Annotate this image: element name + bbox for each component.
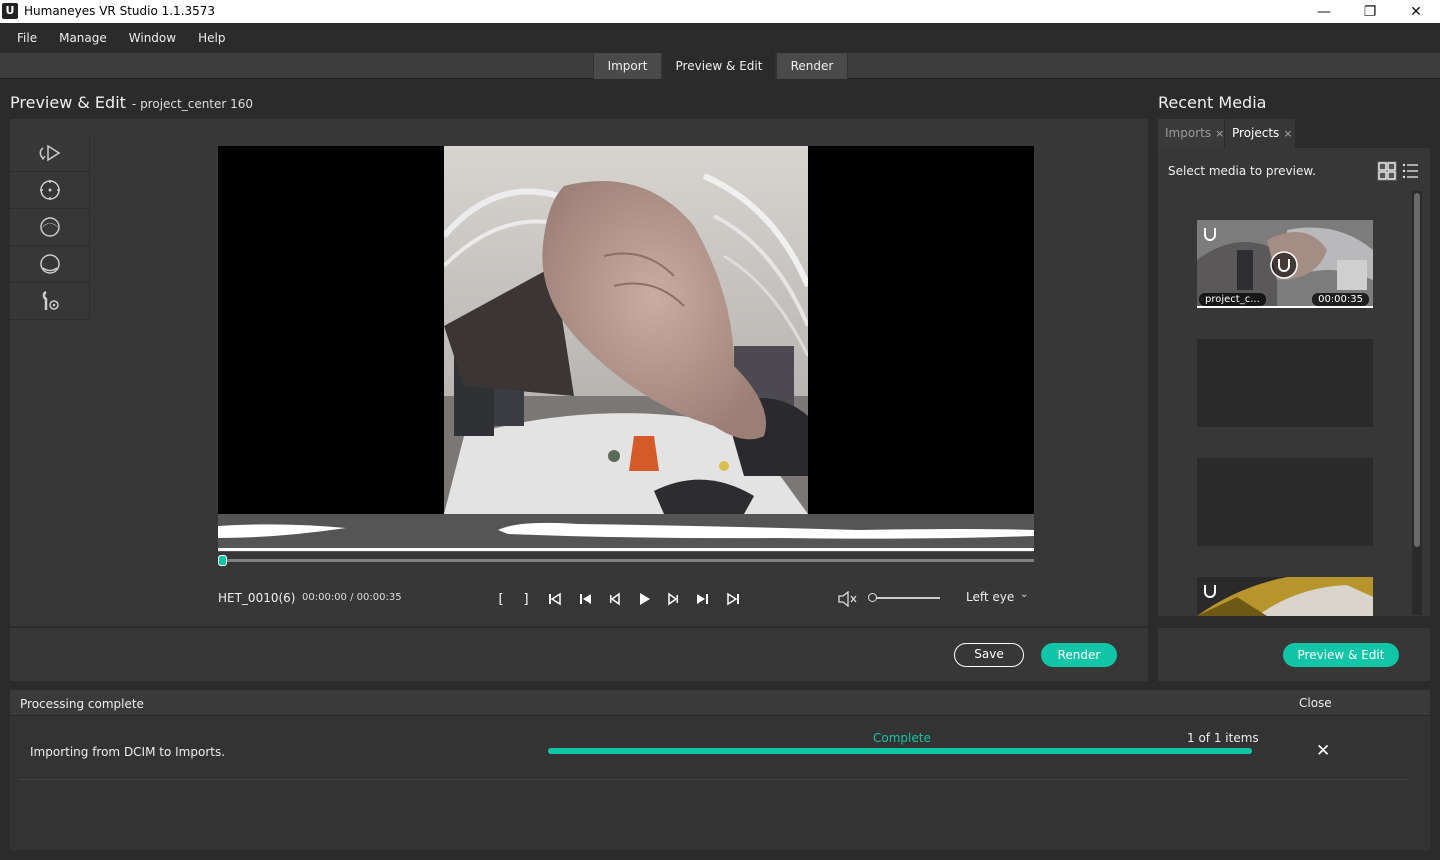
select-media-hint: Select media to preview. — [1168, 164, 1316, 178]
menu-file[interactable]: File — [6, 31, 48, 45]
list-view-icon — [1402, 163, 1418, 179]
grid-view-icon — [1377, 161, 1397, 181]
preview-edit-button[interactable]: Preview & Edit — [1283, 643, 1399, 667]
tab-imports[interactable]: Imports × — [1158, 119, 1224, 148]
waveform-graphic — [218, 522, 1034, 551]
tab-imports-label: Imports — [1165, 126, 1212, 140]
recent-media-title: Recent Media — [1158, 93, 1267, 112]
mute-button[interactable] — [836, 589, 860, 609]
mode-tab-bar: Import Preview & Edit Render — [0, 53, 1440, 79]
processing-message: Importing from DCIM to Imports. — [30, 745, 226, 759]
page-title: Preview & Edit - project_center 160 — [10, 93, 253, 112]
media-name: project_c... — [1199, 293, 1266, 306]
wrench-settings-icon — [42, 290, 59, 310]
step-forward-button[interactable] — [665, 589, 681, 609]
mark-in-button[interactable]: [ — [496, 589, 506, 609]
play-button[interactable] — [636, 589, 652, 609]
timeline-track[interactable] — [218, 559, 1034, 562]
step-back-icon — [610, 592, 620, 606]
video-frame-image — [444, 146, 808, 514]
tab-import[interactable]: Import — [593, 53, 662, 79]
app-logo-icon: U — [2, 3, 18, 19]
close-icon[interactable]: × — [1283, 127, 1292, 140]
menu-manage[interactable]: Manage — [48, 31, 118, 45]
processing-close-button[interactable]: Close — [1299, 696, 1332, 710]
processing-count: 1 of 1 items — [1187, 731, 1259, 745]
chevron-down-icon[interactable]: ⌄ — [1020, 589, 1028, 600]
skip-forward-icon — [697, 594, 708, 604]
mark-out-button[interactable]: ] — [521, 589, 531, 609]
play-icon — [640, 593, 650, 605]
eye-select[interactable]: Left eye — [966, 590, 1014, 604]
go-to-end-button[interactable] — [725, 589, 741, 609]
close-window-button[interactable]: ✕ — [1393, 0, 1439, 23]
skip-to-end-icon — [727, 592, 739, 606]
speaker-muted-icon — [838, 591, 857, 607]
progress-fill — [548, 748, 1252, 754]
media-card[interactable]: project_c... 00:00:35 — [1197, 220, 1373, 308]
menu-window[interactable]: Window — [118, 31, 187, 45]
project-badge-icon — [1270, 251, 1298, 279]
humaneyes-logo-icon — [1204, 228, 1216, 241]
media-duration: 00:00:35 — [1312, 293, 1369, 306]
step-forward-icon — [668, 592, 678, 606]
media-card[interactable] — [1197, 577, 1373, 616]
list-view-button[interactable] — [1402, 162, 1418, 180]
grid-view-button[interactable] — [1377, 161, 1397, 181]
recent-media-tabs: Imports × Projects × — [1158, 119, 1430, 148]
close-icon[interactable]: × — [1215, 127, 1224, 140]
volume-slider-track[interactable] — [872, 597, 940, 599]
render-button[interactable]: Render — [1041, 643, 1117, 667]
horizon-bottom-button[interactable] — [10, 246, 90, 283]
center-point-button[interactable] — [10, 172, 90, 209]
tab-preview-edit[interactable]: Preview & Edit — [662, 53, 776, 79]
save-button[interactable]: Save — [954, 643, 1024, 667]
media-card[interactable] — [1197, 458, 1373, 546]
menu-help[interactable]: Help — [187, 31, 236, 45]
processing-status: Complete — [873, 731, 931, 745]
settings-tool-button[interactable] — [10, 283, 90, 320]
page-title-text: Preview & Edit — [10, 93, 126, 112]
horizon-top-button[interactable] — [10, 209, 90, 246]
divider — [20, 779, 1408, 780]
rotate-tool-button[interactable] — [10, 135, 90, 172]
volume-slider-knob[interactable] — [868, 593, 877, 602]
skip-to-start-icon — [549, 592, 561, 606]
menu-bar: File Manage Window Help — [0, 23, 1440, 53]
title-bar: U Humaneyes VR Studio 1.1.3573 — ❐ ✕ — [0, 0, 1440, 23]
humaneyes-logo-icon — [1204, 585, 1216, 598]
tab-render[interactable]: Render — [776, 53, 848, 79]
media-card[interactable] — [1197, 339, 1373, 427]
scrollbar-thumb[interactable] — [1414, 193, 1420, 547]
processing-title: Processing complete — [20, 697, 144, 711]
media-thumbnail — [1197, 577, 1373, 616]
window-title: Humaneyes VR Studio 1.1.3573 — [24, 4, 216, 18]
previous-mark-button[interactable] — [578, 589, 594, 609]
video-frame — [444, 146, 808, 514]
restore-button[interactable]: ❐ — [1347, 0, 1393, 23]
rotate-tool-icon — [39, 144, 60, 162]
horizon-top-icon — [39, 217, 60, 237]
waveform-strip — [218, 514, 1034, 552]
recent-media-scrollbar[interactable] — [1412, 191, 1422, 615]
tool-column — [10, 135, 90, 322]
tab-projects-label: Projects — [1232, 126, 1280, 140]
dismiss-icon[interactable]: ✕ — [1316, 741, 1330, 761]
next-mark-button[interactable] — [694, 589, 710, 609]
skip-back-icon — [580, 594, 591, 604]
minimize-button[interactable]: — — [1301, 0, 1347, 23]
playhead-handle[interactable] — [218, 555, 227, 566]
clip-name: HET_0010(6) — [218, 591, 296, 605]
go-to-start-button[interactable] — [547, 589, 563, 609]
project-name: - project_center 160 — [131, 97, 254, 111]
tab-projects[interactable]: Projects × — [1225, 119, 1295, 148]
transport-controls: HET_0010(6) 00:00:00 / 00:00:35 [ ] Left… — [218, 588, 1034, 610]
processing-header — [10, 690, 1430, 716]
timecode: 00:00:00 / 00:00:35 — [302, 592, 402, 603]
crosshair-icon — [39, 180, 60, 200]
processing-progress-bar — [548, 748, 1252, 754]
step-back-button[interactable] — [607, 589, 623, 609]
horizon-bottom-icon — [39, 254, 60, 274]
